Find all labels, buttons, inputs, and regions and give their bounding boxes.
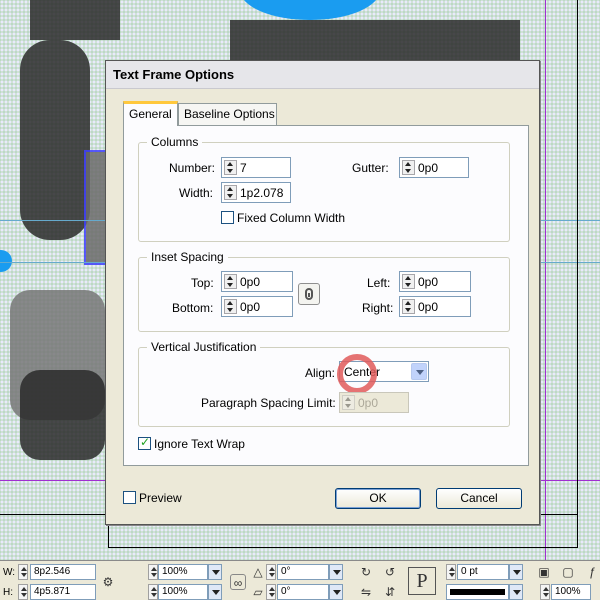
- vertical-justification-group-title: Vertical Justification: [147, 340, 261, 354]
- gutter-stepper[interactable]: [402, 160, 415, 175]
- fit-frame-icon[interactable]: ▣: [536, 564, 552, 580]
- tab-general[interactable]: General: [123, 101, 178, 126]
- dialog-title[interactable]: Text Frame Options: [106, 61, 539, 89]
- stroke-weight-dropdown[interactable]: [509, 564, 523, 580]
- paragraph-spacing-limit-stepper[interactable]: [342, 395, 355, 410]
- rotate-stepper[interactable]: [266, 564, 276, 580]
- align-value: Center: [344, 365, 381, 379]
- left-value: 0p0: [418, 275, 439, 289]
- paragraph-spacing-limit-field[interactable]: 0p0: [339, 392, 409, 413]
- ignore-text-wrap-checkbox[interactable]: [138, 435, 151, 450]
- number-value: 7: [240, 161, 247, 175]
- w-label: W:: [3, 567, 16, 578]
- number-label: Number:: [169, 161, 216, 175]
- gutter-label: Gutter:: [352, 161, 389, 175]
- tab-baseline-options[interactable]: Baseline Options: [178, 103, 277, 125]
- width-label: Width:: [179, 186, 214, 200]
- make-settings-same-button[interactable]: [298, 283, 320, 305]
- vertical-justification-group: Vertical Justification Align: Center Par…: [138, 340, 510, 427]
- shear-field[interactable]: 0°: [277, 584, 329, 600]
- inset-spacing-group: Inset Spacing Top: 0p0 Bottom: 0p0 Left:…: [138, 250, 510, 332]
- right-stepper[interactable]: [402, 299, 415, 314]
- bottom-stepper[interactable]: [224, 299, 237, 314]
- gutter-field[interactable]: 0p0: [399, 157, 469, 178]
- preview-label[interactable]: Preview: [139, 491, 182, 505]
- top-value: 0p0: [240, 275, 261, 289]
- rotate-dropdown[interactable]: [329, 564, 343, 580]
- shear-stepper[interactable]: [266, 584, 276, 600]
- top-field[interactable]: 0p0: [221, 271, 293, 292]
- left-stepper[interactable]: [402, 274, 415, 289]
- paragraph-spacing-limit-label: Paragraph Spacing Limit:: [201, 396, 336, 410]
- cancel-button[interactable]: Cancel: [436, 488, 522, 509]
- columns-group: Columns Number: 7 Gutter: 0p0 Width: 1p2…: [138, 135, 510, 242]
- flip-horizontal-icon[interactable]: ⇋: [358, 584, 374, 600]
- align-label: Align:: [305, 366, 336, 380]
- scale-y-field[interactable]: 100%: [158, 584, 208, 600]
- rotate-cw-icon[interactable]: ↻: [358, 564, 374, 580]
- preview-checkbox[interactable]: [123, 491, 136, 504]
- chain-link-icon: [305, 288, 313, 300]
- left-label: Left:: [367, 276, 391, 290]
- general-tab-panel: Columns Number: 7 Gutter: 0p0 Width: 1p2…: [123, 125, 529, 466]
- right-field[interactable]: 0p0: [399, 296, 471, 317]
- align-dropdown-arrow[interactable]: [411, 363, 427, 380]
- h-label: H:: [3, 587, 13, 598]
- control-bar: W: 8p2.546 H: 4p5.871 ⚙ 100% 100% ∞ △ 0°…: [0, 560, 600, 600]
- rotate-ccw-icon[interactable]: ↺: [382, 564, 398, 580]
- number-stepper[interactable]: [224, 160, 237, 175]
- inset-spacing-group-title: Inset Spacing: [147, 250, 228, 264]
- shear-icon: ▱: [253, 585, 263, 599]
- shadow-icon[interactable]: ▢: [560, 564, 576, 580]
- fx-icon[interactable]: ƒ: [584, 564, 600, 580]
- top-label: Top:: [191, 276, 214, 290]
- paragraph-p-icon[interactable]: P: [408, 567, 436, 595]
- scale-x-field[interactable]: 100%: [158, 564, 208, 580]
- bottom-value: 0p0: [240, 300, 261, 314]
- bottom-label: Bottom:: [172, 301, 214, 315]
- text-frame-options-dialog: Text Frame Options General Baseline Opti…: [105, 60, 540, 525]
- paragraph-spacing-limit-value: 0p0: [358, 396, 379, 410]
- w-stepper[interactable]: [18, 564, 28, 580]
- right-label: Right:: [362, 301, 394, 315]
- right-value: 0p0: [418, 300, 439, 314]
- zoom-field[interactable]: 100%: [551, 584, 591, 600]
- align-select[interactable]: Center: [339, 361, 429, 382]
- scale-y-stepper[interactable]: [148, 584, 158, 600]
- fixed-column-width-label[interactable]: Fixed Column Width: [237, 211, 345, 225]
- rotate-icon: △: [253, 565, 263, 579]
- h-stepper[interactable]: [18, 584, 28, 600]
- constrain-proportions-icon[interactable]: ⚙: [100, 574, 116, 590]
- rotate-field[interactable]: 0°: [277, 564, 329, 580]
- number-field[interactable]: 7: [221, 157, 291, 178]
- width-value: 1p2.078: [240, 186, 284, 200]
- columns-group-title: Columns: [147, 135, 203, 149]
- scale-x-stepper[interactable]: [148, 564, 158, 580]
- gutter-value: 0p0: [418, 161, 439, 175]
- h-field[interactable]: 4p5.871: [30, 584, 96, 600]
- shear-dropdown[interactable]: [329, 584, 343, 600]
- w-field[interactable]: 8p2.546: [30, 564, 96, 580]
- scale-y-dropdown[interactable]: [208, 584, 222, 600]
- stroke-type-dropdown[interactable]: [509, 584, 523, 600]
- flip-vertical-icon[interactable]: ⇵: [382, 584, 398, 600]
- zoom-stepper[interactable]: [540, 584, 550, 600]
- link-icon[interactable]: ∞: [230, 574, 246, 590]
- width-stepper[interactable]: [224, 185, 237, 200]
- scale-x-dropdown[interactable]: [208, 564, 222, 580]
- stroke-weight-stepper[interactable]: [446, 564, 456, 580]
- width-field[interactable]: 1p2.078: [221, 182, 291, 203]
- top-stepper[interactable]: [224, 274, 237, 289]
- stroke-type-field[interactable]: [446, 584, 509, 600]
- fixed-column-width-checkbox[interactable]: [221, 211, 234, 224]
- ok-button[interactable]: OK: [335, 488, 421, 509]
- left-field[interactable]: 0p0: [399, 271, 471, 292]
- stroke-weight-field[interactable]: 0 pt: [457, 564, 509, 580]
- ignore-text-wrap-label[interactable]: Ignore Text Wrap: [154, 437, 245, 451]
- bottom-field[interactable]: 0p0: [221, 296, 293, 317]
